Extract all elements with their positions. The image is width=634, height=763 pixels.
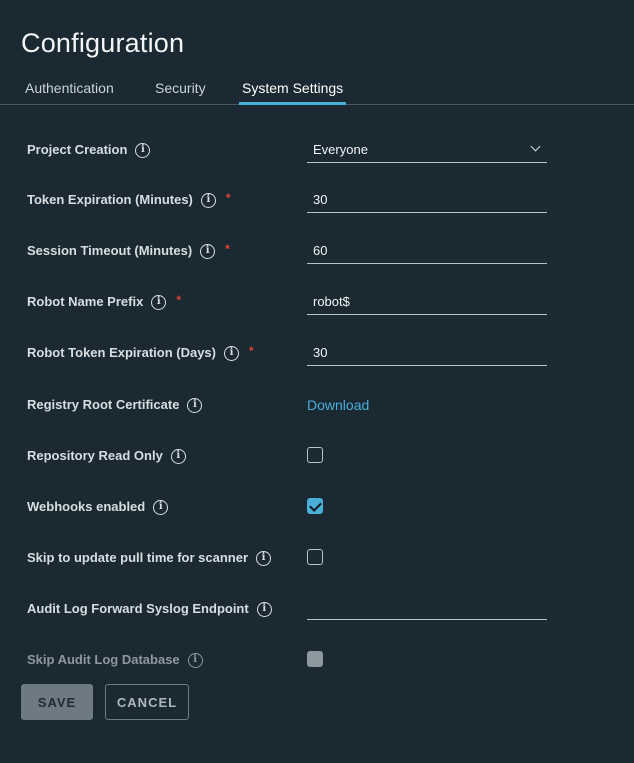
setting-row-webhooks-enabled: Webhooks enabled i [0,496,634,520]
setting-row-robot-name-prefix: Robot Name Prefix i * [0,291,634,315]
tab-authentication[interactable]: Authentication [25,80,114,105]
setting-label: Audit Log Forward Syslog Endpoint [27,601,249,616]
save-button[interactable]: SAVE [21,684,93,720]
info-icon[interactable]: i [200,244,216,259]
setting-row-repository-read-only: Repository Read Only i [0,445,634,469]
token-expiration-input[interactable] [307,189,547,211]
info-icon[interactable]: i [187,398,203,413]
token-expiration-field[interactable] [307,189,547,213]
setting-row-skip-audit-log-db: Skip Audit Log Database i [0,649,634,673]
audit-log-endpoint-field[interactable] [307,596,547,620]
session-timeout-input[interactable] [307,240,547,262]
skip-audit-log-db-checkbox [307,651,323,667]
info-icon[interactable]: i [224,346,239,361]
required-marker: * [249,343,254,358]
setting-row-audit-log-endpoint: Audit Log Forward Syslog Endpoint i [0,596,634,620]
page-title: Configuration [21,28,185,58]
setting-label: Webhooks enabled [27,499,146,514]
setting-label: Robot Name Prefix [27,294,144,309]
project-creation-select[interactable]: Everyone [307,139,547,163]
info-icon[interactable]: i [200,193,216,208]
setting-label: Registry Root Certificate [27,397,180,412]
setting-row-registry-root-certificate: Registry Root Certificate i Download [0,394,634,418]
setting-label: Skip to update pull time for scanner [27,550,249,565]
project-creation-value: Everyone [313,142,368,157]
tab-bar: Authentication Security System Settings [0,73,634,105]
webhooks-enabled-checkbox[interactable] [307,498,323,514]
info-icon[interactable]: i [151,295,167,310]
required-marker: * [225,190,231,205]
setting-row-robot-token-expiration: Robot Token Expiration (Days) i * [0,342,634,366]
skip-pull-time-checkbox[interactable] [307,549,323,565]
tab-security[interactable]: Security [155,80,206,105]
setting-label: Repository Read Only [27,448,163,463]
setting-label: Session Timeout (Minutes) [27,243,193,258]
setting-row-skip-pull-time: Skip to update pull time for scanner i [0,547,634,571]
robot-token-expiration-input[interactable] [307,342,547,364]
setting-row-project-creation: Project Creation i Everyone [0,139,634,163]
info-icon[interactable]: i [256,602,272,617]
setting-label: Token Expiration (Minutes) [27,192,193,207]
info-icon[interactable]: i [170,449,186,464]
info-icon[interactable]: i [256,551,272,566]
robot-name-prefix-input[interactable] [307,291,547,313]
session-timeout-field[interactable] [307,240,547,264]
repository-read-only-checkbox[interactable] [307,447,323,463]
cancel-button[interactable]: CANCEL [105,684,189,720]
robot-token-expiration-field[interactable] [307,342,547,366]
setting-row-token-expiration: Token Expiration (Minutes) i * [0,189,634,213]
required-marker: * [225,241,230,256]
audit-log-endpoint-input[interactable] [307,596,547,618]
tab-system-settings[interactable]: System Settings [239,80,347,105]
setting-row-session-timeout: Session Timeout (Minutes) i * [0,240,634,264]
info-icon: i [187,653,203,668]
setting-label: Robot Token Expiration (Days) [27,345,216,360]
required-marker: * [176,292,181,307]
robot-name-prefix-field[interactable] [307,291,547,315]
info-icon[interactable]: i [153,500,169,515]
info-icon[interactable]: i [135,143,151,158]
setting-label: Skip Audit Log Database [27,652,180,667]
setting-label: Project Creation [27,142,128,157]
download-link[interactable]: Download [307,397,369,413]
